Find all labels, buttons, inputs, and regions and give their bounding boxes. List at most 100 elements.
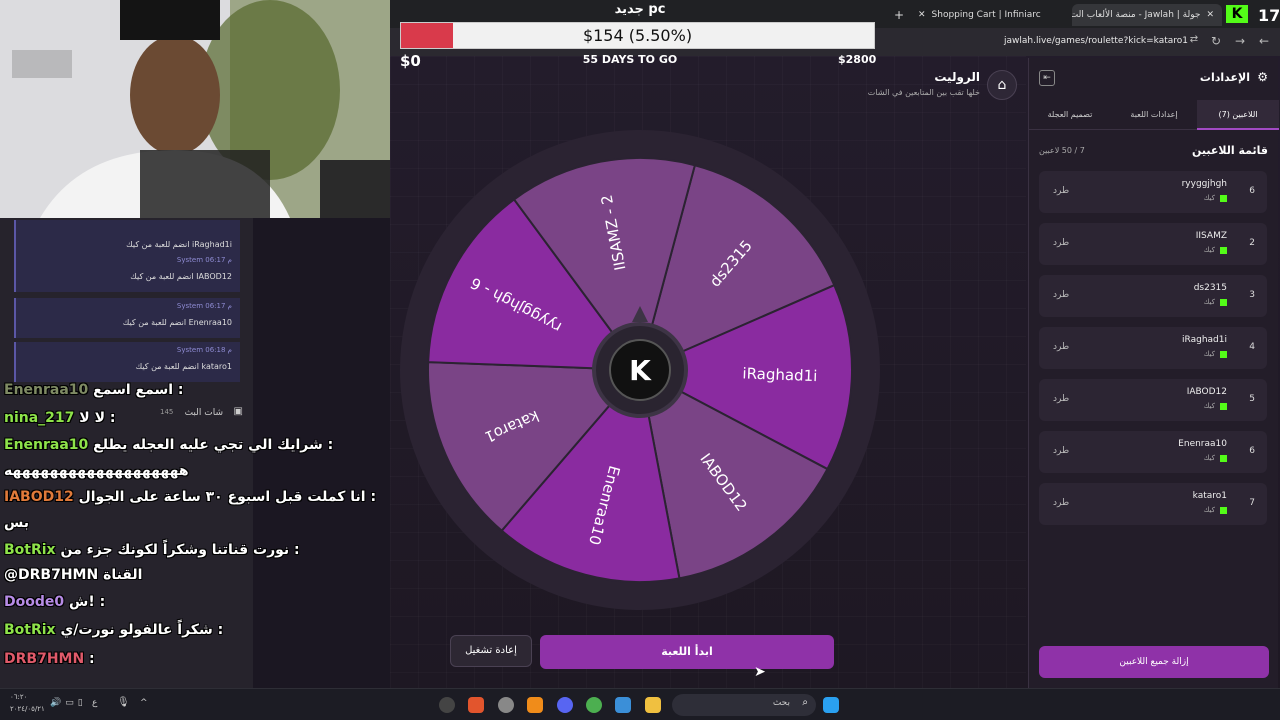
gear-icon: ⚙ [1257, 70, 1268, 84]
player-name: IABOD12 [1186, 387, 1227, 397]
chat-message-text: : [84, 651, 95, 667]
url-field[interactable]: jawlah.live/games/roulette?kick=kataro1 [1004, 36, 1188, 46]
game-subtitle: خلها تقب بين المتابعين في الشات [867, 88, 980, 97]
system-message-text: IABOD12 انضم للعبة من كيك [130, 272, 232, 281]
system-message-meta: System 06:17 م [176, 302, 232, 310]
tab-players[interactable]: اللاعبين (7) [1197, 100, 1279, 130]
chat-username: Doode0 [4, 594, 65, 610]
tab-close-icon[interactable]: ✕ [918, 10, 926, 20]
kick-player-button[interactable]: طرد [1053, 186, 1069, 196]
player-name: ryyggjhgh [1181, 179, 1227, 189]
chat-message-text: نورت قناتنا وشكراً لكونك جزء من : [55, 542, 300, 558]
tab-game-settings[interactable]: إعدادات اللعبة [1113, 100, 1195, 130]
chat-icon: ▣ [233, 406, 243, 417]
reload-icon[interactable]: ↻ [1208, 34, 1224, 48]
site-settings-icon[interactable]: ⇄ [1186, 34, 1202, 45]
player-row: 4 iRaghad1i كيك طرد [1039, 327, 1267, 369]
tab-wheel-design[interactable]: تصميم العجلة [1029, 100, 1111, 130]
player-row: 5 IABOD12 كيك طرد [1039, 379, 1267, 421]
tray-chevron-icon[interactable]: ^ [140, 698, 148, 708]
file-explorer-icon[interactable] [645, 697, 661, 713]
player-row: 2 IISAMZ كيك طرد [1039, 223, 1267, 265]
chat-viewer-count: 145 [160, 408, 174, 416]
players-list-title: قائمة اللاعبين [1192, 144, 1268, 157]
collapse-panel-icon[interactable]: ⇤ [1039, 70, 1055, 86]
chat-overlay-line: @DRB7HMN القناة [4, 567, 142, 583]
home-icon[interactable]: ⌂ [987, 70, 1017, 100]
forward-arrow-icon[interactable]: → [1232, 34, 1248, 48]
chat-overlay-line: Doode0 ش! : [4, 594, 105, 610]
player-name: IISAMZ [1195, 231, 1227, 241]
taskbar-search[interactable]: ⌕ بحث [672, 694, 816, 716]
tab-shopping-cart[interactable]: ✕ Shopping Cart | Infiniarc [910, 4, 1050, 26]
tab-label: جولة | Jawlah - منصة الألعاب الت [1072, 10, 1201, 20]
kick-player-button[interactable]: طرد [1053, 290, 1069, 300]
new-tab-icon[interactable]: + [886, 4, 906, 26]
obs-icon[interactable] [439, 697, 455, 713]
chat-username: BotRix [4, 542, 56, 558]
kick-player-button[interactable]: طرد [1053, 446, 1069, 456]
search-icon: ⌕ [802, 697, 808, 708]
chat-overlay-line: DRB7HMN : [4, 651, 95, 667]
players-count: 7 / 50 لاعبين [1039, 146, 1085, 155]
system-message-text: Enenraa10 انضم للعبة من كيك [122, 318, 232, 327]
chat-message-text: شرايك الي تجي عليه العجله يطلع : [88, 437, 334, 453]
kick-player-button[interactable]: طرد [1053, 394, 1069, 404]
player-platform: كيك [1203, 246, 1215, 254]
player-platform: كيك [1203, 194, 1215, 202]
system-message: System 06:17 م IABOD12 انضم للعبة من كيك [14, 252, 240, 292]
kick-badge-icon [1220, 195, 1227, 202]
player-number: 4 [1249, 342, 1255, 352]
player-number: 3 [1249, 290, 1255, 300]
brave-icon[interactable] [468, 697, 484, 713]
language-indicator-icon[interactable]: ع [92, 698, 97, 708]
player-name: kataro1 [1192, 491, 1227, 501]
player-name: Enenraa10 [1178, 439, 1227, 449]
chat-panel: iRaghad1i انضم للعبة من كيك System 06:17… [0, 218, 253, 688]
hub-k-icon: K [629, 354, 652, 387]
steam-icon[interactable] [498, 697, 514, 713]
mouse-cursor-icon: ➤ [754, 664, 766, 680]
chat-username: Enenraa10 [4, 437, 89, 453]
back-arrow-icon[interactable]: ← [1256, 34, 1272, 48]
chat-username: IABOD12 [4, 489, 74, 505]
settings-tabs: اللاعبين (7) إعدادات اللعبة تصميم العجلة [1029, 100, 1279, 130]
player-name: iRaghad1i [1182, 335, 1227, 345]
windows-start-icon[interactable] [823, 697, 839, 713]
kick-player-button[interactable]: طرد [1053, 342, 1069, 352]
kick-badge-icon [1220, 507, 1227, 514]
chat-username: DRB7HMN [4, 651, 85, 667]
chat-overlay-line: بس [4, 515, 29, 531]
tab-close-icon[interactable]: ✕ [1206, 10, 1214, 20]
chat-message-text: بس [4, 515, 30, 531]
player-name: ds2315 [1193, 283, 1227, 293]
system-tray-icons[interactable]: 🔊▭▯ [50, 698, 87, 708]
chrome-icon[interactable] [586, 697, 602, 713]
remove-all-players-button[interactable]: إزالة جميع اللاعبين [1039, 646, 1269, 678]
goal-title: جديد pc [614, 2, 666, 17]
wheel-segment-label: iRaghad1i [742, 364, 818, 385]
clock-time: ٠٦:٢٠ [10, 693, 28, 701]
taskbar: ⌕ بحث ^ 🎙 ع 🔊▭▯ ٠٦:٢٠ ٢٠٢٤/٠٥/٢١ [0, 688, 1280, 720]
webcam-feed [0, 0, 390, 218]
start-game-button[interactable]: ابدأ اللعبة [540, 635, 834, 669]
player-row: 7 kataro1 كيك طرد [1039, 483, 1267, 525]
kick-player-button[interactable]: طرد [1053, 238, 1069, 248]
tab-jawlah[interactable]: ✕ جولة | Jawlah - منصة الألعاب الت [1072, 4, 1222, 26]
kick-player-button[interactable]: طرد [1053, 498, 1069, 508]
reset-button[interactable]: إعادة تشغيل [450, 635, 532, 667]
store-icon[interactable] [615, 697, 631, 713]
chat-overlay-line: Enenraa10 اسمع اسمع : [4, 382, 184, 398]
player-platform: كيك [1203, 298, 1215, 306]
chat-overlay-line: Enenraa10 شرايك الي تجي عليه العجله يطلع… [4, 437, 333, 453]
vlc-icon[interactable] [527, 697, 543, 713]
discord-icon[interactable] [557, 697, 573, 713]
chat-message-text: هههههههههههههههههههه [4, 463, 189, 479]
roulette-wheel[interactable]: ds2315iRaghad1iIABOD12Enenraa10kataro1ry… [400, 130, 880, 610]
mic-icon[interactable]: 🎙 [117, 697, 130, 708]
player-number: 6 [1249, 186, 1255, 196]
game-title: الروليت [934, 70, 980, 84]
chat-username: Enenraa10 [4, 382, 89, 398]
chat-username: BotRix [4, 622, 56, 638]
chat-message-text: انا كملت قبل اسبوع ٣٠ ساعة على الجوال : [73, 489, 377, 505]
